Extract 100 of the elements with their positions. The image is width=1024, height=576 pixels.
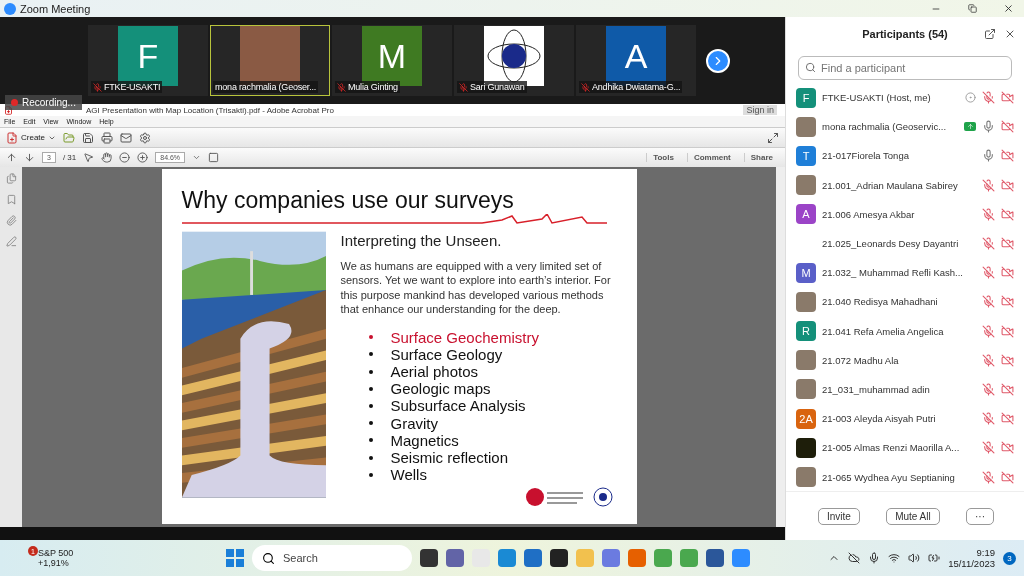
participant-row[interactable]: 2A 21-003 Aleyda Aisyah Putri [786, 404, 1020, 434]
muted-mic-icon[interactable] [982, 295, 995, 309]
invite-button[interactable]: Invite [818, 507, 860, 525]
participant-name: 21-065 Wydhea Ayu Septianing [822, 471, 956, 483]
clock[interactable]: 9:19 15/11/2023 [948, 547, 995, 569]
pop-out-icon[interactable] [984, 27, 996, 40]
caret-icon[interactable] [192, 153, 202, 162]
signature-icon[interactable] [5, 236, 17, 247]
panel-title: Participants (54) [862, 27, 948, 40]
video-app-icon[interactable] [732, 549, 750, 567]
previous-page-icon[interactable] [6, 152, 17, 163]
muted-mic-icon[interactable] [982, 412, 995, 426]
zoom-in-icon[interactable] [137, 152, 149, 163]
video-off-icon[interactable] [1001, 149, 1014, 163]
video-off-icon[interactable] [1001, 237, 1014, 251]
participant-row[interactable]: 21_031_muhammad adin [786, 374, 1020, 405]
zoom-out-icon[interactable] [119, 152, 131, 163]
participant-row[interactable]: R 21.041 Refa Amelia Angelica [786, 316, 1020, 346]
participant-row[interactable]: mona rachmalia (Geoservic... [786, 112, 1020, 142]
pages-icon[interactable] [5, 173, 17, 184]
settings-icon[interactable] [139, 131, 151, 144]
participant-row[interactable]: 21.025_Leonards Desy Dayantri [786, 228, 1020, 259]
taskbar-search-field[interactable]: Search [252, 545, 412, 571]
fit-page-icon[interactable] [208, 152, 220, 163]
video-off-icon[interactable] [1001, 353, 1014, 367]
video-off-icon[interactable] [1001, 91, 1014, 105]
round-browser-icon[interactable] [654, 549, 672, 567]
video-tile[interactable]: Sari Gunawan [454, 25, 574, 96]
participant-search-field[interactable]: Find a participant [798, 56, 1012, 80]
browser-icon[interactable] [498, 549, 516, 567]
muted-mic-icon[interactable] [982, 441, 995, 455]
video-off-icon[interactable] [1001, 266, 1014, 280]
participant-row[interactable]: 21.040 Redisya Mahadhani [786, 287, 1020, 317]
create-button[interactable]: Create [6, 131, 56, 144]
print-icon[interactable] [101, 131, 113, 144]
scrollbar[interactable] [776, 167, 785, 527]
video-off-icon[interactable] [1001, 324, 1014, 338]
save-icon[interactable] [82, 131, 94, 144]
pane-button[interactable]: Comment [686, 153, 737, 162]
stock-name[interactable]: S&P 500 [38, 548, 218, 558]
bookmark-icon[interactable] [5, 194, 17, 205]
assistant-app-icon[interactable] [602, 549, 620, 567]
participant-row[interactable]: 21.072 Madhu Ala [786, 345, 1020, 375]
video-off-icon[interactable] [1001, 295, 1014, 309]
wifi-icon[interactable] [888, 552, 901, 564]
sign-in-link[interactable]: Sign in [743, 105, 777, 115]
expand-icon[interactable] [767, 131, 779, 144]
participant-row[interactable]: 21-005 Almas Renzi Maorilla A... [786, 433, 1020, 463]
participant-row[interactable]: T 21-017Fiorela Tonga [786, 141, 1020, 171]
recording-indicator: Recording... [5, 95, 82, 110]
video-off-icon[interactable] [1001, 470, 1014, 484]
round-browser-icon[interactable] [680, 549, 698, 567]
participant-row[interactable]: M 21.032_ Muhammad Refli Kash... [786, 258, 1020, 288]
fox-browser-icon[interactable] [628, 549, 646, 567]
mail-app-icon[interactable] [524, 549, 542, 567]
video-off-icon[interactable] [1001, 412, 1014, 426]
avatar-photo-placeholder [796, 350, 816, 371]
video-off-icon[interactable] [1001, 120, 1014, 134]
hand-tool-icon[interactable] [101, 152, 113, 163]
mail-icon[interactable] [120, 131, 132, 144]
windows-start-icon[interactable] [226, 549, 244, 567]
participant-row[interactable]: 21-065 Wydhea Ayu Septianing [786, 462, 1020, 491]
muted-mic-icon[interactable] [982, 382, 995, 396]
muted-mic-icon[interactable] [982, 91, 995, 105]
select-tool-icon[interactable] [83, 152, 95, 163]
participant-row[interactable]: A 21.006 Amesya Akbar [786, 199, 1020, 229]
bullet-dot [368, 369, 373, 374]
more-button[interactable]: ··· [966, 507, 994, 525]
mute-all-button[interactable]: Mute All [886, 507, 940, 525]
participant-row[interactable]: 21.001_Adrian Maulana Sabirey [786, 170, 1020, 200]
video-off-icon[interactable] [1001, 441, 1014, 455]
battery-icon[interactable] [928, 552, 941, 564]
chat-app-icon[interactable] [446, 549, 464, 567]
muted-mic-icon[interactable] [982, 207, 995, 221]
document-app-icon[interactable] [706, 549, 724, 567]
muted-mic-icon[interactable] [982, 353, 995, 367]
next-page-button[interactable] [706, 48, 730, 73]
muted-mic-icon[interactable] [982, 237, 995, 251]
open-icon[interactable] [63, 131, 75, 144]
cloud-icon[interactable] [848, 552, 861, 564]
box-app-icon[interactable] [550, 549, 568, 567]
bullet-text: Surface Geochemistry [390, 328, 539, 346]
mic-icon[interactable] [868, 552, 881, 564]
video-off-icon[interactable] [1001, 178, 1014, 192]
muted-mic-icon[interactable] [982, 470, 995, 484]
muted-mic-icon[interactable] [982, 324, 995, 338]
video-off-icon[interactable] [1001, 207, 1014, 221]
volume-icon[interactable] [908, 552, 921, 564]
participant-row[interactable]: F FTKE-USAKTI (Host, me) [786, 83, 1020, 113]
video-tile[interactable]: F FTKE-USAKTI [88, 25, 208, 96]
next-page-icon[interactable] [24, 152, 35, 163]
pane-button[interactable]: Share [743, 153, 779, 162]
task-view-icon[interactable] [420, 549, 438, 567]
pane-button[interactable]: Tools [646, 153, 680, 162]
muted-mic-icon[interactable] [982, 178, 995, 192]
muted-mic-icon[interactable] [982, 266, 995, 280]
attachment-icon[interactable] [5, 215, 17, 226]
notification-badge[interactable]: 3 [1003, 551, 1016, 565]
video-off-icon[interactable] [1001, 382, 1014, 396]
video-tile[interactable]: mona rachmalia (Geoser... [210, 25, 330, 96]
